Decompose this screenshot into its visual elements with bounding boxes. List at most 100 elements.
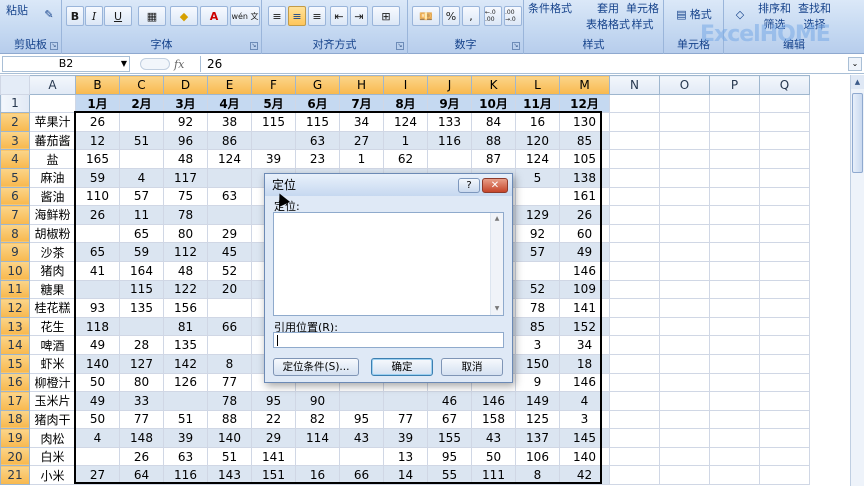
product-name-cell[interactable]: 白米 [29, 446, 76, 467]
empty-cell[interactable] [759, 372, 810, 393]
ok-button[interactable]: 确定 [371, 358, 433, 376]
scroll-up-icon[interactable]: ▲ [491, 213, 503, 225]
row-header[interactable]: 16 [0, 372, 30, 393]
value-cell[interactable]: 1 [339, 149, 384, 169]
column-header[interactable]: Q [759, 75, 810, 95]
column-header[interactable]: F [251, 75, 296, 95]
formula-input[interactable]: 26 [200, 56, 846, 72]
value-cell[interactable]: 126 [163, 372, 208, 393]
value-cell[interactable]: 43 [471, 428, 516, 448]
format-painter-icon[interactable]: ✎ [40, 4, 58, 24]
empty-cell[interactable] [609, 372, 660, 393]
increase-decimal-button[interactable]: ←.0 .00 [484, 6, 502, 26]
empty-cell[interactable] [759, 391, 810, 411]
value-cell[interactable]: 4 [119, 167, 164, 188]
value-cell[interactable]: 27 [75, 465, 120, 486]
empty-cell[interactable] [609, 242, 660, 262]
value-cell[interactable]: 75 [163, 186, 208, 207]
column-header[interactable]: N [609, 75, 660, 95]
empty-cell[interactable] [659, 335, 710, 355]
row-header[interactable]: 7 [0, 205, 30, 225]
column-header[interactable]: O [659, 75, 710, 95]
value-cell[interactable]: 22 [251, 409, 296, 430]
value-cell[interactable]: 45 [207, 242, 252, 262]
table-format-button[interactable]: 套用 表格格式 [586, 0, 630, 32]
reference-input[interactable] [273, 332, 504, 348]
product-name-cell[interactable]: 玉米片 [29, 391, 76, 411]
empty-cell[interactable] [709, 316, 760, 337]
value-cell[interactable] [339, 446, 384, 467]
cell-styles-button[interactable]: 单元格 样式 [626, 0, 659, 32]
empty-cell[interactable] [709, 242, 760, 262]
empty-cell[interactable] [609, 446, 660, 467]
help-button[interactable]: ? [458, 178, 480, 193]
value-cell[interactable] [75, 223, 120, 244]
value-cell[interactable]: 39 [163, 428, 208, 448]
value-cell[interactable]: 55 [427, 465, 472, 486]
value-cell[interactable]: 95 [339, 409, 384, 430]
value-cell[interactable]: 51 [207, 446, 252, 467]
special-button[interactable]: 定位条件(S)... [273, 358, 359, 376]
value-cell[interactable]: 96 [163, 130, 208, 151]
product-name-cell[interactable]: 蕃茄酱 [29, 130, 76, 151]
value-cell[interactable] [119, 316, 164, 337]
vertical-scrollbar[interactable]: ▲ [850, 75, 864, 486]
value-cell[interactable]: 116 [163, 465, 208, 486]
value-cell[interactable]: 135 [163, 335, 208, 355]
empty-cell[interactable] [659, 205, 710, 225]
empty-cell[interactable] [609, 465, 660, 486]
close-button[interactable]: ✕ [482, 178, 508, 193]
empty-cell[interactable] [759, 428, 810, 448]
value-cell[interactable]: 148 [119, 428, 164, 448]
month-header-cell[interactable]: 8月 [383, 93, 428, 114]
value-cell[interactable]: 146 [559, 260, 610, 281]
empty-cell[interactable] [759, 335, 810, 355]
value-cell[interactable]: 146 [471, 391, 516, 411]
scroll-down-icon[interactable]: ▼ [491, 303, 503, 315]
decrease-decimal-button[interactable]: .00 →.0 [504, 6, 522, 26]
value-cell[interactable]: 42 [559, 465, 610, 486]
value-cell[interactable]: 43 [339, 428, 384, 448]
column-header[interactable]: G [295, 75, 340, 95]
fill-color-icon[interactable]: ◆ [170, 6, 198, 26]
value-cell[interactable] [75, 279, 120, 300]
value-cell[interactable]: 114 [295, 428, 340, 448]
column-header[interactable]: I [383, 75, 428, 95]
empty-cell[interactable] [659, 391, 710, 411]
value-cell[interactable]: 152 [559, 316, 610, 337]
value-cell[interactable]: 5 [515, 167, 560, 188]
empty-cell[interactable] [759, 279, 810, 300]
value-cell[interactable]: 26 [119, 446, 164, 467]
product-name-cell[interactable]: 酱油 [29, 186, 76, 207]
clear-icon[interactable]: ◇ [730, 4, 750, 24]
value-cell[interactable]: 41 [75, 260, 120, 281]
conditional-format-button[interactable]: 条件格式 [528, 0, 572, 16]
empty-cell[interactable] [709, 409, 760, 430]
value-cell[interactable]: 135 [119, 298, 164, 318]
formula-cancel-enter-icon[interactable] [140, 58, 170, 70]
value-cell[interactable]: 65 [119, 223, 164, 244]
value-cell[interactable]: 142 [163, 353, 208, 374]
column-header[interactable]: C [119, 75, 164, 95]
value-cell[interactable] [207, 167, 252, 188]
border-icon[interactable]: ▦ [138, 6, 166, 26]
value-cell[interactable]: 143 [207, 465, 252, 486]
column-header[interactable]: M [559, 75, 610, 95]
month-header-cell[interactable]: 11月 [515, 93, 560, 114]
empty-cell[interactable] [759, 186, 810, 207]
value-cell[interactable]: 165 [75, 149, 120, 169]
empty-cell[interactable] [609, 391, 660, 411]
value-cell[interactable]: 4 [559, 391, 610, 411]
empty-cell[interactable] [659, 279, 710, 300]
value-cell[interactable]: 141 [559, 298, 610, 318]
product-name-cell[interactable]: 小米 [29, 465, 76, 486]
empty-cell[interactable] [609, 409, 660, 430]
value-cell[interactable]: 93 [75, 298, 120, 318]
month-header-cell[interactable]: 7月 [339, 93, 384, 114]
merge-center-icon[interactable]: ⊞ [372, 6, 400, 26]
alignment-launcher-icon[interactable]: ↘ [396, 42, 404, 50]
value-cell[interactable]: 62 [383, 149, 428, 169]
value-cell[interactable]: 34 [339, 112, 384, 132]
column-header[interactable]: H [339, 75, 384, 95]
value-cell[interactable] [251, 130, 296, 151]
